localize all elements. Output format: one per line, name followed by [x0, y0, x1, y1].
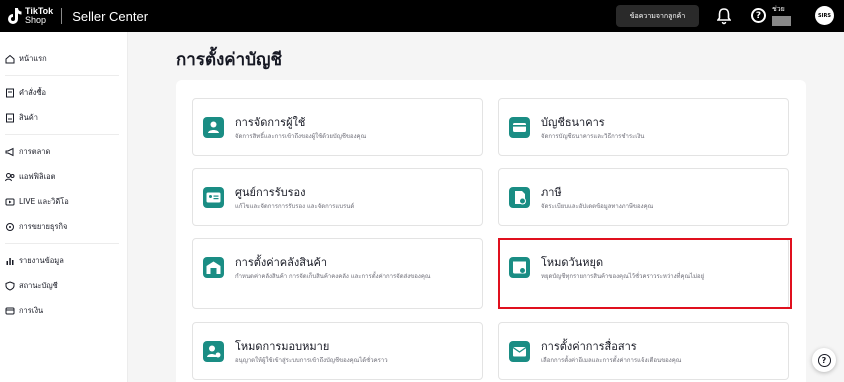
- products-icon: [5, 113, 15, 123]
- tiktok-logo-icon: [6, 7, 22, 25]
- card-description: เลือกการตั้งค่าอีเมลและการตั้งค่าการแจ้ง…: [541, 357, 682, 364]
- top-bar: TikTok Shop Seller Center ข้อความจากลูกค…: [0, 0, 844, 32]
- sidebar-divider: [5, 75, 119, 76]
- help-sub-label: [772, 16, 791, 26]
- tiktok-shop-logo[interactable]: TikTok Shop: [6, 7, 53, 25]
- warehouse-icon: [203, 257, 224, 278]
- card-description: จัดการบัญชีธนาคารและวิธีการชำระเงิน: [541, 133, 645, 140]
- card-user-management[interactable]: การจัดการผู้ใช้ จัดการสิทธิ์และการเข้าถึ…: [192, 98, 483, 156]
- live-icon: [5, 197, 15, 207]
- card-title: การตั้งค่าคลังสินค้า: [235, 256, 328, 269]
- card-title: โหมดการมอบหมาย: [235, 340, 330, 353]
- card-tax[interactable]: ภาษี จัดระเบียบและอัปเดตข้อมูลทางภาษีของ…: [498, 168, 789, 226]
- card-description: จัดระเบียบและอัปเดตข้อมูลทางภาษีของคุณ: [541, 203, 654, 210]
- help-floating-button[interactable]: ?: [812, 348, 836, 372]
- sidebar-item-finance[interactable]: การเงิน: [0, 298, 127, 323]
- sidebar-item-label: สินค้า: [19, 112, 38, 122]
- sidebar-item-label: LIVE และวิดีโอ: [19, 196, 69, 206]
- card-certification-center[interactable]: ศูนย์การรับรอง แก้ไขและจัดการการรับรอง แ…: [192, 168, 483, 226]
- sidebar-item-products[interactable]: สินค้า: [0, 105, 127, 130]
- customer-messages-button[interactable]: ข้อความจากลูกค้า: [616, 5, 699, 27]
- card-title: การจัดการผู้ใช้: [235, 116, 306, 129]
- sidebar-item-label: การตลาด: [19, 146, 51, 156]
- sidebar-item-label: การขยายธุรกิจ: [19, 221, 68, 231]
- sidebar-item-growth[interactable]: การขยายธุรกิจ: [0, 214, 127, 239]
- sidebar-item-label: คำสั่งซื้อ: [19, 87, 47, 97]
- affiliate-icon: [5, 172, 15, 182]
- card-warehouse-settings[interactable]: การตั้งค่าคลังสินค้า กำหนดค่าคลังสินค้า …: [192, 238, 483, 309]
- chart-icon: [5, 256, 15, 266]
- question-icon: ?: [817, 353, 831, 367]
- sidebar-item-affiliate[interactable]: แอฟฟิลิเอต: [0, 164, 127, 189]
- delegate-icon: [203, 341, 224, 362]
- sidebar-item-orders[interactable]: คำสั่งซื้อ: [0, 80, 127, 105]
- help-label[interactable]: ช่วย: [772, 5, 785, 14]
- sidebar-item-label: การเงิน: [19, 305, 44, 315]
- sidebar-item-label: สถานะบัญชี: [19, 280, 58, 290]
- user-icon: [203, 117, 224, 138]
- sidebar-item-home[interactable]: หน้าแรก: [0, 46, 127, 71]
- card-title: การตั้งค่าการสื่อสาร: [541, 340, 637, 353]
- highlight-box: [498, 238, 792, 309]
- brand-line2: Shop: [25, 15, 47, 25]
- card-title: บัญชีธนาคาร: [541, 116, 605, 129]
- page-title: การตั้งค่าบัญชี: [176, 50, 283, 70]
- avatar[interactable]: SIRS: [815, 6, 834, 25]
- card-description: อนุญาตให้ผู้ใช้เข้าสู่ระบบการเข้าถึงบัญช…: [235, 357, 388, 364]
- finance-icon: [5, 306, 15, 316]
- card-description: กำหนดค่าคลังสินค้า การจัดเก็บสินค้าคงคลั…: [235, 273, 431, 280]
- growth-icon: [5, 222, 15, 232]
- id-card-icon: [203, 187, 224, 208]
- sidebar: หน้าแรก คำสั่งซื้อ สินค้า การตลาด แอฟฟิล…: [0, 32, 128, 382]
- card-description: จัดการสิทธิ์และการเข้าถึงของผู้ใช้ด้วยบั…: [235, 133, 367, 140]
- status-icon: [5, 280, 15, 291]
- sidebar-item-label: แอฟฟิลิเอต: [19, 171, 56, 181]
- sidebar-divider: [5, 243, 119, 244]
- sidebar-divider: [5, 134, 119, 135]
- app-title: Seller Center: [72, 8, 149, 24]
- help-icon[interactable]: ?: [751, 8, 766, 23]
- sidebar-item-account-status[interactable]: สถานะบัญชี: [0, 273, 127, 298]
- card-description: แก้ไขและจัดการการรับรอง และจัดการแบรนด์: [235, 203, 355, 210]
- card-bank-account[interactable]: บัญชีธนาคาร จัดการบัญชีธนาคารและวิธีการช…: [498, 98, 789, 156]
- bell-icon[interactable]: [716, 7, 732, 25]
- card-title: ภาษี: [541, 186, 562, 199]
- sidebar-item-live-video[interactable]: LIVE และวิดีโอ: [0, 189, 127, 214]
- header-divider: [61, 8, 63, 24]
- sidebar-item-label: หน้าแรก: [19, 53, 47, 63]
- orders-icon: [5, 88, 15, 98]
- bank-card-icon: [509, 117, 530, 138]
- sidebar-item-reports[interactable]: รายงานข้อมูล: [0, 248, 127, 273]
- card-communication-settings[interactable]: การตั้งค่าการสื่อสาร เลือกการตั้งค่าอีเม…: [498, 322, 789, 380]
- tax-icon: [509, 187, 530, 208]
- card-delegation-mode[interactable]: โหมดการมอบหมาย อนุญาตให้ผู้ใช้เข้าสู่ระบ…: [192, 322, 483, 380]
- card-title: ศูนย์การรับรอง: [235, 186, 306, 199]
- sidebar-item-label: รายงานข้อมูล: [19, 255, 64, 265]
- mail-icon: [509, 341, 530, 362]
- megaphone-icon: [5, 147, 15, 157]
- home-icon: [5, 54, 15, 64]
- sidebar-item-marketing[interactable]: การตลาด: [0, 139, 127, 164]
